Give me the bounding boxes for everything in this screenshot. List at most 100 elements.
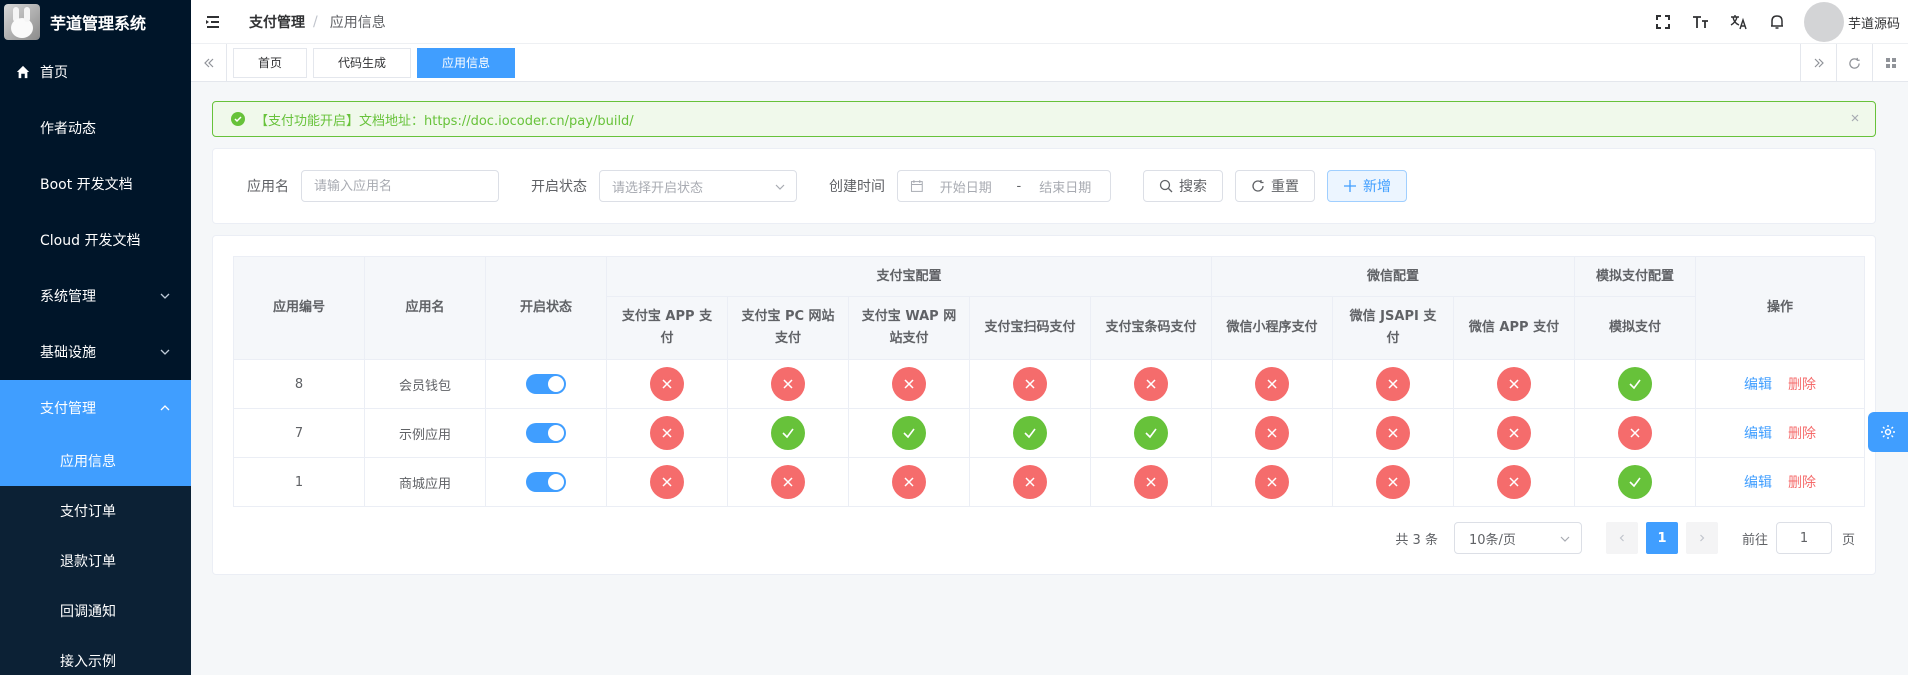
add-button-label: 新增 <box>1363 179 1391 195</box>
goto-page-input[interactable]: 1 <box>1775 522 1832 554</box>
cell-channel <box>1574 408 1696 458</box>
channel-enabled-icon[interactable] <box>1618 367 1652 401</box>
logo-image <box>4 4 40 40</box>
channel-disabled-icon[interactable] <box>650 367 684 401</box>
channel-disabled-icon[interactable] <box>771 465 805 499</box>
col-header-alipay-pc: 支付宝 PC 网站支付 <box>727 296 849 360</box>
col-group-alipay: 支付宝配置 <box>606 256 1212 297</box>
logo[interactable]: 芋道管理系统 <box>0 0 191 44</box>
next-page-button[interactable] <box>1685 522 1718 554</box>
date-range-picker[interactable]: 开始日期 - 结束日期 <box>897 170 1111 202</box>
delete-button[interactable]: 删除 <box>1788 426 1816 442</box>
breadcrumb-parent[interactable]: 支付管理 <box>249 12 305 32</box>
reset-button[interactable]: 重置 <box>1235 170 1315 202</box>
channel-disabled-icon[interactable] <box>771 367 805 401</box>
tags-menu-button[interactable] <box>1872 44 1908 82</box>
edit-button[interactable]: 编辑 <box>1744 377 1772 393</box>
font-size-button[interactable] <box>1682 0 1720 44</box>
user-name[interactable]: 芋道源码 <box>1848 13 1900 32</box>
cell-channel <box>727 359 849 409</box>
tags-scroll-right-button[interactable] <box>1800 44 1836 82</box>
status-switch[interactable] <box>526 472 566 492</box>
tag-codegen[interactable]: 代码生成 <box>313 47 412 78</box>
menu-fold-icon <box>206 15 219 28</box>
channel-disabled-icon[interactable] <box>1255 465 1289 499</box>
channel-enabled-icon[interactable] <box>892 416 926 450</box>
channel-disabled-icon[interactable] <box>892 465 926 499</box>
edit-button[interactable]: 编辑 <box>1744 475 1772 491</box>
settings-button[interactable] <box>1868 412 1908 452</box>
cell-channel <box>1332 457 1454 507</box>
delete-button[interactable]: 删除 <box>1788 475 1816 491</box>
channel-disabled-icon[interactable] <box>1134 367 1168 401</box>
search-form: 应用名 开启状态 请选择开启状态 创建时间 开始日期 - 结束日期 搜索 重置 … <box>212 148 1876 224</box>
channel-disabled-icon[interactable] <box>1376 465 1410 499</box>
channel-disabled-icon[interactable] <box>1255 367 1289 401</box>
search-button[interactable]: 搜索 <box>1143 170 1223 202</box>
tags-refresh-button[interactable] <box>1836 44 1872 82</box>
channel-disabled-icon[interactable] <box>650 416 684 450</box>
sidebar-subitem-app-info[interactable]: 应用信息 <box>0 436 191 486</box>
grid-icon <box>1885 58 1896 68</box>
sidebar-item-system[interactable]: 系统管理 <box>0 268 191 324</box>
edit-button[interactable]: 编辑 <box>1744 426 1772 442</box>
channel-disabled-icon[interactable] <box>1013 465 1047 499</box>
channel-disabled-icon[interactable] <box>1497 416 1531 450</box>
status-select[interactable]: 请选择开启状态 <box>599 170 797 202</box>
sidebar-item-pay[interactable]: 支付管理 <box>0 380 191 436</box>
success-circle-icon <box>231 112 245 126</box>
channel-enabled-icon[interactable] <box>1013 416 1047 450</box>
col-header-alipay-qr: 支付宝扫码支付 <box>969 296 1091 360</box>
sidebar-item-cloud-docs[interactable]: Cloud 开发文档 <box>0 212 191 268</box>
breadcrumb-separator: / <box>313 13 318 30</box>
cell-channel <box>1090 408 1212 458</box>
date-separator: - <box>1016 178 1022 194</box>
channel-enabled-icon[interactable] <box>1134 416 1168 450</box>
cell-channel <box>1090 359 1212 409</box>
close-icon[interactable] <box>1849 112 1861 124</box>
sidebar-subitem-callbacks[interactable]: 回调通知 <box>0 586 191 636</box>
channel-disabled-icon[interactable] <box>1497 367 1531 401</box>
channel-enabled-icon[interactable] <box>771 416 805 450</box>
delete-button[interactable]: 删除 <box>1788 377 1816 393</box>
avatar[interactable] <box>1803 2 1844 42</box>
cell-app-name: 商城应用 <box>364 457 486 507</box>
channel-disabled-icon[interactable] <box>1134 465 1168 499</box>
channel-disabled-icon[interactable] <box>1255 416 1289 450</box>
sidebar-subitem-demo[interactable]: 接入示例 <box>0 636 191 675</box>
app-name-input-wrapper <box>301 170 499 202</box>
refresh-icon <box>1849 57 1860 69</box>
sidebar-subitem-pay-orders[interactable]: 支付订单 <box>0 486 191 536</box>
app-name-input[interactable] <box>314 178 486 194</box>
alert-text[interactable]: 【支付功能开启】文档地址：https://doc.iocoder.cn/pay/… <box>255 110 634 129</box>
channel-disabled-icon[interactable] <box>1013 367 1047 401</box>
status-switch[interactable] <box>526 374 566 394</box>
language-button[interactable] <box>1720 0 1758 44</box>
sidebar-item-home[interactable]: 首页 <box>0 44 191 100</box>
channel-disabled-icon[interactable] <box>1376 416 1410 450</box>
page-size-select[interactable]: 10条/页 <box>1453 522 1582 554</box>
hamburger-button[interactable] <box>191 0 235 44</box>
channel-disabled-icon[interactable] <box>650 465 684 499</box>
status-switch[interactable] <box>526 423 566 443</box>
tag-home[interactable]: 首页 <box>233 47 308 78</box>
notifications-button[interactable] <box>1758 0 1796 44</box>
channel-enabled-icon[interactable] <box>1618 465 1652 499</box>
prev-page-button[interactable] <box>1605 522 1638 554</box>
page-number-current[interactable]: 1 <box>1645 522 1678 554</box>
breadcrumb-current: 应用信息 <box>329 14 386 31</box>
sidebar-subitem-refund-orders[interactable]: 退款订单 <box>0 536 191 586</box>
sidebar-item-author-news[interactable]: 作者动态 <box>0 100 191 156</box>
channel-disabled-icon[interactable] <box>1618 416 1652 450</box>
chevron-up-icon <box>160 405 170 411</box>
add-button[interactable]: 新增 <box>1327 170 1407 202</box>
channel-disabled-icon[interactable] <box>892 367 926 401</box>
sidebar-menu: 首页 作者动态 Boot 开发文档 Cloud 开发文档 系统管理 基础设施 支… <box>0 44 191 675</box>
fullscreen-button[interactable] <box>1644 0 1682 44</box>
tag-app-info[interactable]: 应用信息 <box>417 47 516 78</box>
sidebar-item-boot-docs[interactable]: Boot 开发文档 <box>0 156 191 212</box>
channel-disabled-icon[interactable] <box>1376 367 1410 401</box>
sidebar-item-infra[interactable]: 基础设施 <box>0 324 191 380</box>
channel-disabled-icon[interactable] <box>1497 465 1531 499</box>
tags-scroll-left-button[interactable] <box>191 43 227 82</box>
